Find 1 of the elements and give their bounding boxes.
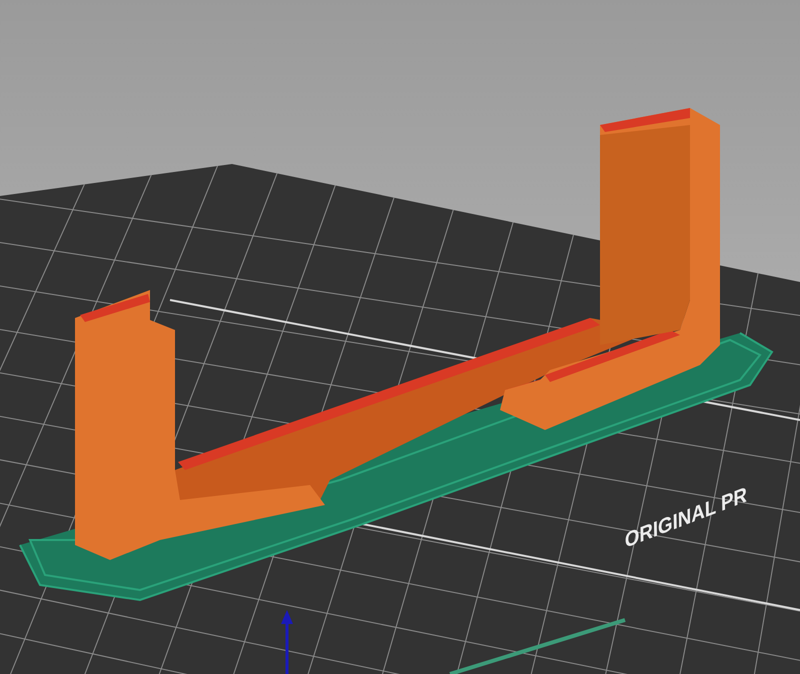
axis-arrow-icon (281, 610, 293, 674)
